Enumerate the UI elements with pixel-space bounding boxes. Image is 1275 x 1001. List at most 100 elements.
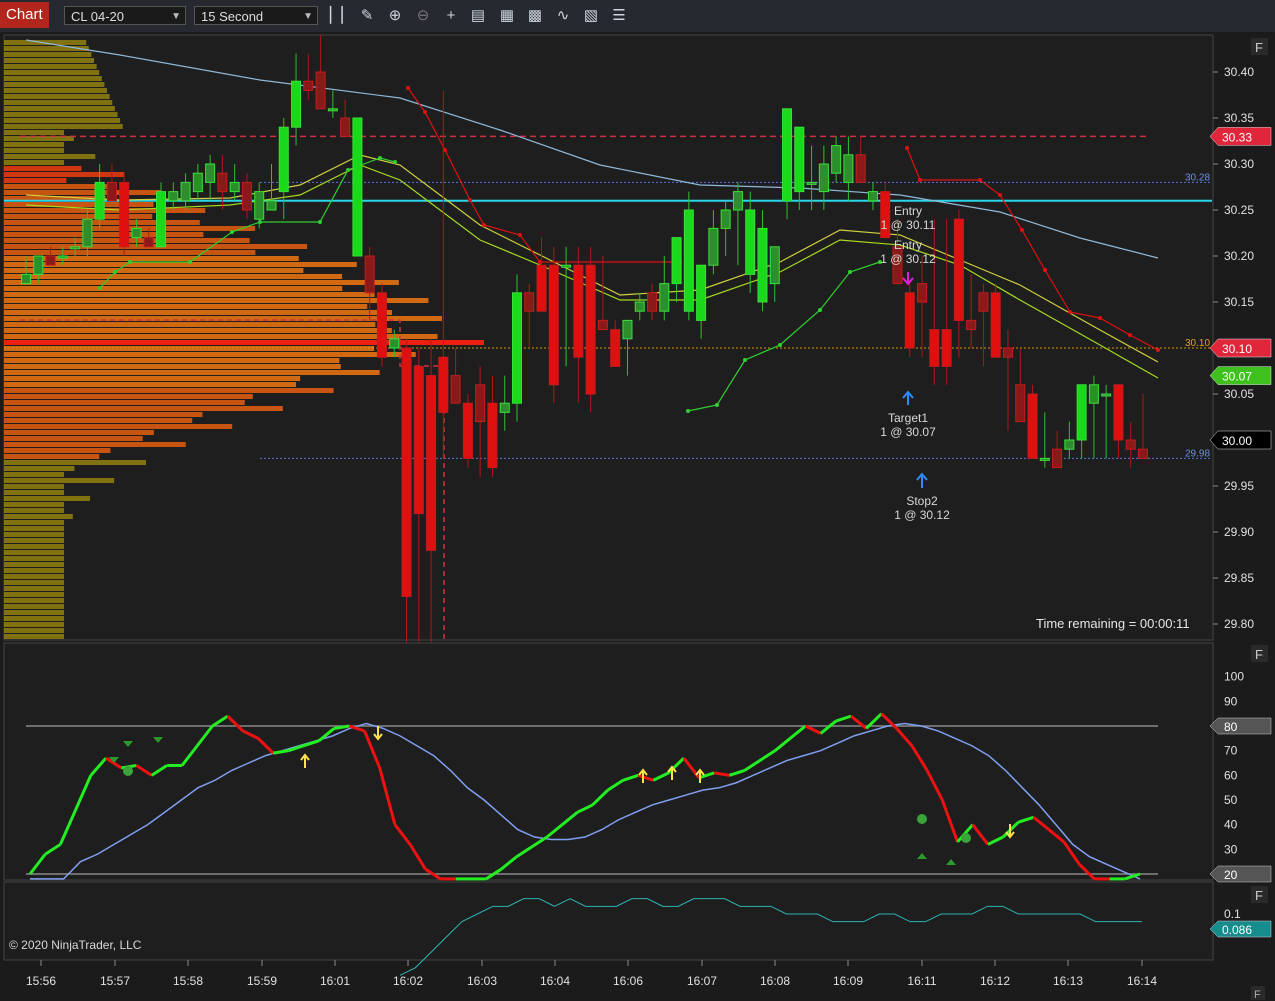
oscillator-tick-label: 90 (1224, 694, 1238, 708)
candle-body (708, 227, 719, 266)
bottom-tick-label: 0.1 (1224, 907, 1241, 921)
volume-profile-bar (4, 454, 100, 459)
chevron-down-icon: ▼ (171, 11, 181, 22)
bottom-panel-button[interactable]: F (1251, 886, 1268, 903)
volume-profile-bar (4, 226, 256, 231)
candle-body (732, 191, 743, 211)
menu-icon[interactable]: ☰ (609, 6, 629, 26)
trailing-stop-dot (715, 403, 719, 407)
candle-body (610, 329, 621, 367)
volume-profile-bar (4, 394, 253, 399)
volume-profile-bar (4, 424, 233, 429)
strategies-icon[interactable]: ∿ (553, 6, 573, 26)
candle-body (745, 209, 756, 275)
candle-body (192, 172, 203, 193)
templates-icon[interactable]: ▧ (581, 6, 601, 26)
volume-profile-bar (4, 634, 64, 639)
time-tick-label: 16:07 (687, 974, 717, 988)
volume-profile-bar (4, 172, 125, 177)
price-panel-button[interactable]: F (1251, 38, 1268, 55)
candle-body (1101, 393, 1112, 397)
candle-body (634, 301, 645, 312)
time-tick-label: 16:02 (393, 974, 423, 988)
crosshair-icon[interactable]: + (441, 6, 461, 26)
panel-button-label: F (1255, 40, 1263, 55)
interval-value: 15 Second (201, 9, 264, 24)
volume-profile-bar (4, 418, 193, 423)
volume-profile-bar (4, 148, 64, 153)
price-tick-label: 30.15 (1224, 295, 1254, 309)
candle-body (241, 181, 252, 211)
trailing-stop-dot (1043, 268, 1047, 272)
execution-detail: 1 @ 30.12 (880, 252, 936, 266)
volume-profile-bar (4, 436, 143, 441)
volume-profile-bar (4, 610, 64, 615)
time-tick-label: 16:09 (833, 974, 863, 988)
candle-body (475, 384, 486, 423)
execution-label: Entry (894, 238, 922, 252)
candle-body (757, 227, 768, 303)
instrument-selector[interactable]: CL 04-20 ▼ (64, 6, 186, 25)
candle-body (536, 264, 547, 312)
candle-body (696, 264, 707, 321)
interval-selector[interactable]: 15 Second ▼ (194, 6, 318, 25)
draw-tool-icon[interactable]: ✎ (357, 6, 377, 26)
trailing-stop-dot (848, 270, 852, 274)
volume-profile-bar (4, 592, 64, 597)
volume-profile-bar (4, 520, 64, 525)
chart-canvas[interactable]: Entry1 @ 30.11Entry1 @ 30.12Target11 @ 3… (0, 32, 1275, 1001)
time-tick-label: 16:04 (540, 974, 570, 988)
candle-body (1113, 384, 1124, 441)
volume-profile-bar (4, 154, 96, 159)
candle-body (1064, 439, 1075, 450)
candle-body (990, 292, 1001, 358)
candle-body (929, 329, 940, 367)
candle-body (843, 154, 854, 183)
zoom-out-icon[interactable]: ⊖ (413, 6, 433, 26)
properties-icon[interactable]: ▤ (468, 6, 488, 26)
price-tick-label: 29.85 (1224, 571, 1254, 585)
volume-profile-bar (4, 124, 123, 129)
candle-body (585, 264, 596, 395)
oscillator-panel-button[interactable]: F (1251, 645, 1268, 662)
level-marker (1209, 717, 1272, 735)
time-tick-label: 15:59 (247, 974, 277, 988)
volume-profile-bar (4, 130, 64, 135)
candle-body (217, 172, 228, 193)
candle-body (806, 181, 817, 185)
trailing-stop-dot (1068, 310, 1072, 314)
trailing-stop-dot (743, 358, 747, 362)
trailing-stop-dot (258, 220, 262, 224)
trailing-stop-dot (393, 160, 397, 164)
volume-profile-bar (4, 220, 200, 225)
volume-profile-bar (4, 76, 102, 81)
candle-body (1027, 393, 1038, 459)
time-tick-label: 16:11 (907, 974, 936, 988)
indicators-icon[interactable]: ▩ (525, 6, 545, 26)
volume-profile-bar (4, 526, 64, 531)
price-marker-label: 30.00 (1222, 434, 1252, 448)
candle-body (499, 402, 510, 413)
data-box-icon[interactable]: ▦ (497, 6, 517, 26)
bar-type-icon[interactable]: ▏▏ (330, 6, 353, 26)
corner-button[interactable]: F (1251, 986, 1265, 1001)
candle-body (1076, 384, 1087, 441)
execution-label: Stop2 (906, 494, 938, 508)
window-title[interactable]: Chart (0, 2, 49, 28)
candle-body (94, 181, 105, 220)
candle-body (683, 209, 694, 312)
zoom-in-icon[interactable]: ⊕ (385, 6, 405, 26)
candle-body (131, 227, 142, 239)
candle-body (524, 292, 535, 312)
volume-profile-bar (4, 142, 64, 147)
trailing-stop-dot (188, 260, 192, 264)
candle-body (45, 255, 56, 266)
candle-body (70, 246, 81, 250)
candle-body (622, 319, 633, 340)
trailing-stop-dot (378, 156, 382, 160)
volume-profile-bar (4, 466, 75, 471)
volume-profile-bar (4, 262, 357, 267)
trailing-stop-dot (818, 308, 822, 312)
level-tag: 29.98 (1185, 448, 1210, 459)
volume-profile-bar (4, 64, 97, 69)
